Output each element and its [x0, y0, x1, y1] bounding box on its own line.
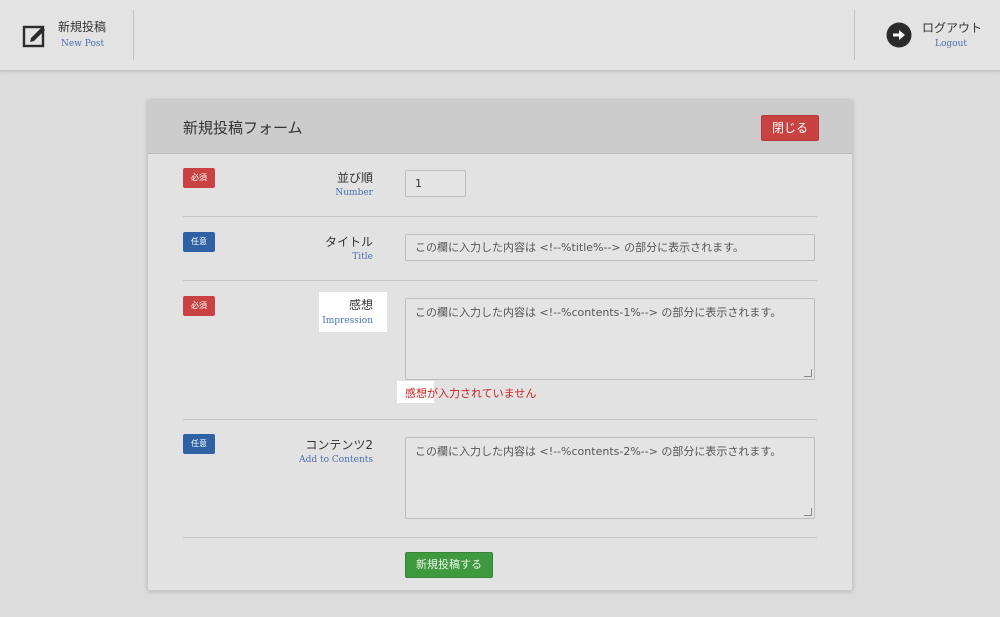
field-sublabel-contents2: Add to Contents — [299, 455, 373, 465]
number-input[interactable]: 1 — [405, 170, 466, 197]
field-label-number: 並び順 — [336, 171, 373, 185]
optional-badge: 任意 — [183, 434, 215, 454]
field-label-title: タイトル — [324, 235, 373, 249]
required-badge: 必須 — [183, 296, 215, 316]
submit-button[interactable]: 新規投稿する — [405, 552, 493, 578]
field-label-contents2: コンテンツ2 — [305, 438, 373, 452]
panel-title: 新規投稿フォーム — [183, 119, 303, 137]
required-badge: 必須 — [183, 168, 215, 188]
close-button[interactable]: 閉じる — [761, 115, 819, 141]
resize-handle[interactable] — [804, 369, 812, 377]
new-post-form-panel: 新規投稿フォーム 閉じる 必須 並び順 Number 1 任意 タイトル Tit… — [147, 99, 853, 591]
header-divider — [133, 10, 134, 60]
new-post-label: 新規投稿 — [58, 20, 107, 34]
field-sublabel-number: Number — [335, 188, 373, 198]
resize-handle[interactable] — [804, 508, 812, 516]
logout-sublabel: Logout — [935, 39, 967, 49]
form-row-contents2: 任意 コンテンツ2 Add to Contents この欄に入力した内容は <!… — [183, 420, 817, 537]
field-sublabel-title: Title — [352, 252, 373, 262]
new-post-sublabel: New Post — [61, 39, 105, 49]
impression-error-message: 感想が入力されていません — [405, 387, 537, 400]
impression-textarea[interactable]: この欄に入力した内容は <!--%contents-1%--> の部分に表示され… — [405, 298, 815, 380]
row-divider — [183, 537, 817, 538]
form-row-number: 必須 並び順 Number 1 — [183, 153, 817, 215]
panel-header: 新規投稿フォーム 閉じる — [148, 100, 852, 154]
optional-badge: 任意 — [183, 232, 215, 252]
form-row-title: 任意 タイトル Title この欄に入力した内容は <!--%title%-->… — [183, 217, 817, 280]
new-post-link[interactable]: 新規投稿 New Post — [0, 0, 133, 70]
contents2-placeholder: この欄に入力した内容は <!--%contents-2%--> の部分に表示され… — [415, 445, 782, 458]
field-sublabel-impression: Impression — [322, 316, 373, 326]
header-divider — [854, 10, 855, 60]
app-header: 新規投稿 New Post ログアウト Logout — [0, 0, 1000, 71]
title-input[interactable]: この欄に入力した内容は <!--%title%--> の部分に表示されます。 — [405, 234, 815, 261]
logout-label: ログアウト — [922, 21, 983, 35]
field-label-impression: 感想 — [348, 298, 373, 312]
arrow-right-circle-icon — [886, 22, 912, 48]
edit-icon — [22, 25, 45, 48]
contents2-textarea[interactable]: この欄に入力した内容は <!--%contents-2%--> の部分に表示され… — [405, 437, 815, 519]
impression-placeholder: この欄に入力した内容は <!--%contents-1%--> の部分に表示され… — [415, 306, 782, 319]
